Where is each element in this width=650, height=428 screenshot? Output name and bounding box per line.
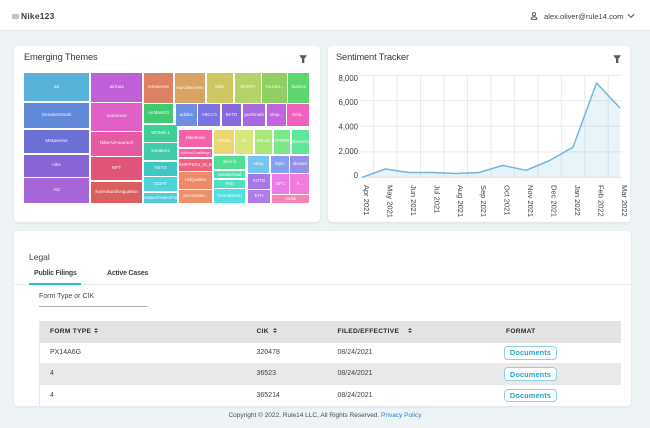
svg-text:Apr 2021: Apr 2021 — [362, 185, 371, 215]
svg-text:Jul 2021: Jul 2021 — [432, 185, 441, 213]
svg-text:2,000: 2,000 — [338, 147, 358, 156]
svg-text:4,000: 4,000 — [338, 123, 358, 132]
svg-text:Dec 2021: Dec 2021 — [550, 185, 559, 217]
svg-text:Feb 2022: Feb 2022 — [597, 185, 606, 217]
svg-text:0: 0 — [354, 171, 359, 180]
svg-text:Sep 2021: Sep 2021 — [479, 185, 488, 217]
svg-text:6,000: 6,000 — [338, 98, 358, 107]
svg-text:Jan 2022: Jan 2022 — [573, 185, 582, 216]
svg-text:Mar 2022: Mar 2022 — [620, 185, 629, 217]
svg-text:Aug 2021: Aug 2021 — [456, 185, 465, 217]
svg-text:8,000: 8,000 — [338, 74, 358, 83]
svg-text:Nov 2021: Nov 2021 — [526, 185, 535, 217]
svg-text:May 2021: May 2021 — [385, 185, 394, 218]
svg-text:Oct 2021: Oct 2021 — [503, 185, 512, 215]
svg-text:Jun 2021: Jun 2021 — [409, 185, 418, 216]
